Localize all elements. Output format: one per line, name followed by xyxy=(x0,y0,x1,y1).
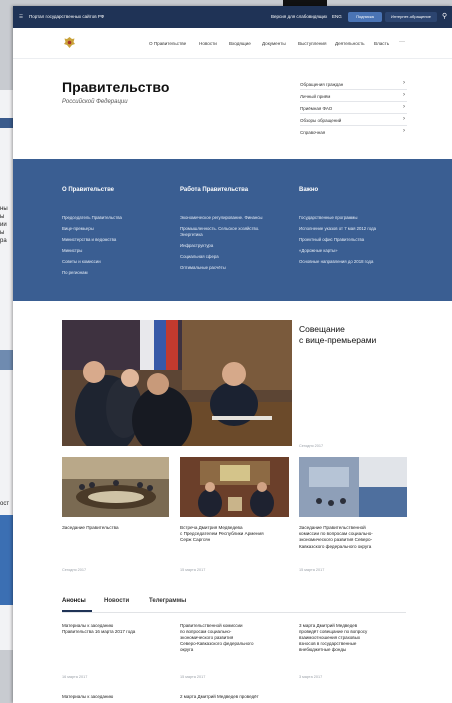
nav-item-activity[interactable]: Деятельность xyxy=(335,41,365,46)
active-tab-indicator xyxy=(62,610,92,612)
card-photo-meeting[interactable] xyxy=(180,457,289,517)
subscribe-button[interactable]: Подписка xyxy=(348,12,382,22)
chevron-right-icon: › xyxy=(403,92,405,98)
column-link[interactable]: Промышленность. Сельское хозяйство. Энер… xyxy=(180,226,280,237)
news-date: 16 марта 2017 xyxy=(62,675,88,679)
column-link[interactable]: Инфраструктура xyxy=(180,243,213,249)
sections-block: О Правительстве Председатель Правительст… xyxy=(13,159,452,301)
column-link[interactable]: Социальная сфера xyxy=(180,254,219,260)
news-item[interactable]: Материалы к заседанию Правительства 16 м… xyxy=(62,623,174,635)
card-date: Сегодня 2017 xyxy=(62,568,87,572)
news-item[interactable]: Правительственной комиссии по вопросам с… xyxy=(180,623,292,653)
column-link[interactable]: Оптимальные расчёты xyxy=(180,265,226,271)
right-link-appeals[interactable]: Обращения граждан xyxy=(300,82,343,87)
right-link-fao[interactable]: Приёмная ФАО xyxy=(300,106,332,111)
card-caption[interactable]: Заседание Правительственной комиссии по … xyxy=(299,525,429,550)
column-link[interactable]: Советы и комиссии xyxy=(62,259,101,265)
card-date: 15 марта 2017 xyxy=(299,568,325,572)
column-link[interactable]: Основные направления до 2018 года xyxy=(299,259,373,265)
nav-item-speeches[interactable]: Выступления xyxy=(298,41,326,46)
news-item[interactable]: Материалы к заседанию xyxy=(62,694,174,700)
featured-photo[interactable] xyxy=(62,320,292,446)
nav-item-power[interactable]: Власть xyxy=(374,41,389,46)
nav-item-about[interactable]: О Правительстве xyxy=(149,41,186,46)
menu-icon[interactable]: ☰ xyxy=(19,14,23,20)
column-link[interactable]: Министры xyxy=(62,248,82,254)
card-photo-commission[interactable] xyxy=(299,457,407,517)
chevron-right-icon: › xyxy=(403,80,405,86)
news-date: 15 марта 2017 xyxy=(180,675,206,679)
featured-title[interactable]: Совещание с вице-премьерами xyxy=(299,324,376,345)
card-photo-cabinet[interactable] xyxy=(62,457,169,517)
top-bar: ☰ Портал государственных сайтов РФ Верси… xyxy=(13,6,452,28)
page-subtitle: Российской Федерации xyxy=(62,99,128,105)
chevron-right-icon: › xyxy=(403,116,405,122)
nav-more-icon[interactable]: ··· xyxy=(399,39,405,45)
language-link[interactable]: ENG xyxy=(332,14,342,19)
column-link[interactable]: Вице-премьеры xyxy=(62,226,94,232)
card-caption[interactable]: Заседание Правительства xyxy=(62,525,172,531)
tab-announcements[interactable]: Анонсы xyxy=(62,598,86,604)
column-title-about: О Правительстве xyxy=(62,187,115,193)
column-link[interactable]: Исполнение указов от 7 мая 2012 года xyxy=(299,226,376,232)
browser-page: ☰ Портал государственных сайтов РФ Верси… xyxy=(13,6,452,703)
accessibility-link[interactable]: Версия для слабовидящих xyxy=(271,14,327,19)
search-icon[interactable]: ⚲ xyxy=(442,12,447,20)
column-link[interactable]: Председатель Правительства xyxy=(62,215,122,221)
column-link[interactable]: «Дорожные карты» xyxy=(299,248,338,254)
right-link-help[interactable]: Справочная xyxy=(300,130,325,135)
card-date: 15 марта 2017 xyxy=(180,568,206,572)
portal-link[interactable]: Портал государственных сайтов РФ xyxy=(29,14,104,19)
tab-news[interactable]: Новости xyxy=(104,598,129,604)
column-link[interactable]: Проектный офис Правительства xyxy=(299,237,364,243)
nav-item-news[interactable]: Новости xyxy=(199,41,217,46)
page-title: Правительство xyxy=(62,79,170,95)
news-item[interactable]: 2 марта Дмитрий Медведев проведёт xyxy=(180,694,300,700)
right-link-reviews[interactable]: Обзоры обращений xyxy=(300,118,341,123)
news-date: 3 марта 2017 xyxy=(299,675,323,679)
column-link[interactable]: Экономическое регулирование. Финансы xyxy=(180,215,263,221)
featured-date: Сегодня 2017 xyxy=(299,444,324,448)
chevron-right-icon: › xyxy=(403,128,405,134)
chevron-right-icon: › xyxy=(403,104,405,110)
nav-item-documents[interactable]: Документы xyxy=(262,41,286,46)
column-link[interactable]: Государственные программы xyxy=(299,215,357,221)
column-title-work: Работа Правительства xyxy=(180,187,249,193)
tab-divider xyxy=(62,612,406,613)
feedback-button[interactable]: Интернет-обращение xyxy=(385,12,437,22)
column-link[interactable]: Министерства и ведомства xyxy=(62,237,116,243)
news-item[interactable]: 3 марта Дмитрий Медведев проведёт совеща… xyxy=(299,623,419,653)
column-link[interactable]: По регионам xyxy=(62,270,88,276)
card-caption[interactable]: Встреча Дмитрия Медведева с Председателе… xyxy=(180,525,295,544)
emblem-logo-icon[interactable] xyxy=(63,36,76,49)
nav-item-incoming[interactable]: Входящие xyxy=(229,41,251,46)
tab-telegrams[interactable]: Телеграммы xyxy=(149,598,186,604)
column-title-important: Важно xyxy=(299,187,319,193)
main-nav: О Правительстве Новости Входящие Докумен… xyxy=(13,28,452,59)
right-link-reception[interactable]: Личный приём xyxy=(300,94,330,99)
